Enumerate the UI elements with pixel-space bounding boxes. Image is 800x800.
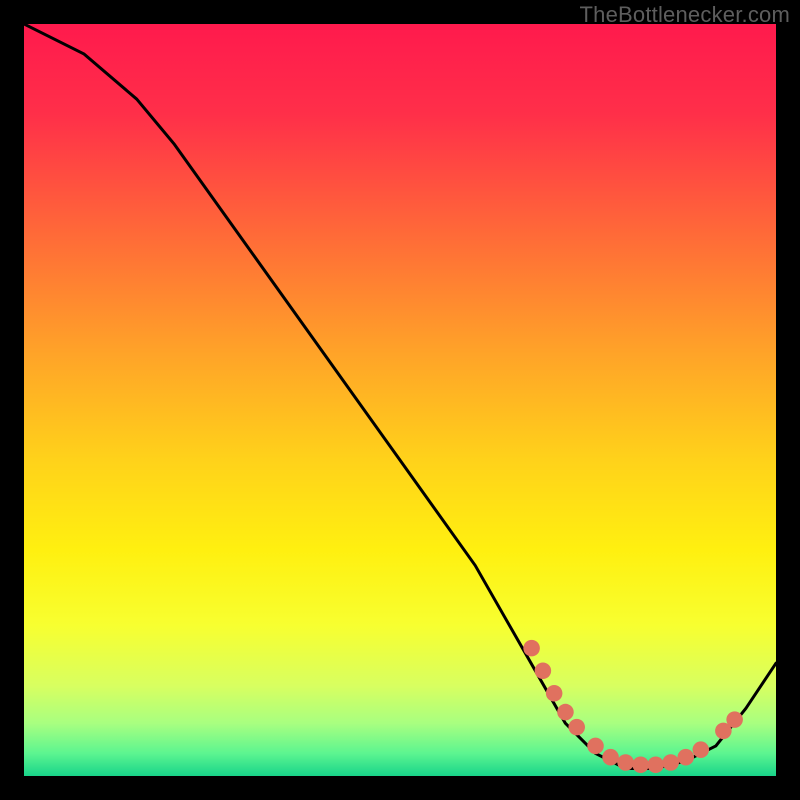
curve-line	[24, 24, 776, 768]
data-marker	[693, 741, 710, 758]
data-marker	[662, 754, 679, 771]
data-marker	[617, 754, 634, 771]
plot-area	[24, 24, 776, 776]
chart-curve-layer	[24, 24, 776, 776]
watermark-text: TheBottlenecker.com	[580, 2, 790, 28]
data-marker	[602, 749, 619, 766]
data-marker	[523, 640, 540, 657]
data-marker	[535, 662, 552, 679]
data-marker	[677, 749, 694, 766]
data-marker	[647, 756, 664, 773]
data-marker	[557, 704, 574, 721]
data-marker	[568, 719, 585, 736]
data-marker	[587, 738, 604, 755]
data-marker	[726, 711, 743, 728]
data-marker	[632, 756, 649, 773]
data-marker	[546, 685, 563, 702]
chart-stage: TheBottlenecker.com	[0, 0, 800, 800]
